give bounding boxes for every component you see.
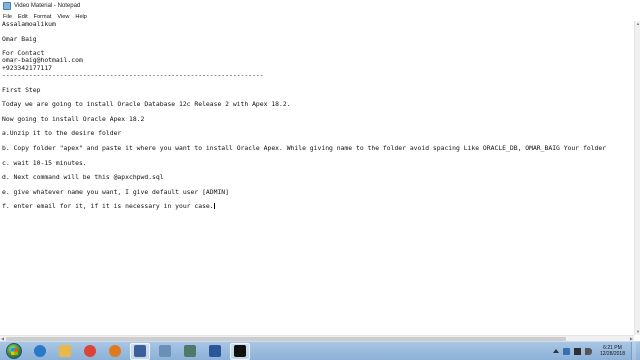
word-icon bbox=[209, 345, 221, 357]
text-line: First Step bbox=[2, 86, 41, 94]
text-line: Today we are going to install Oracle Dat… bbox=[2, 101, 291, 109]
taskbar-apps bbox=[30, 342, 255, 360]
system-tray: 6:21 PM 12/28/2018 bbox=[552, 342, 636, 360]
text-line: c. wait 10-15 minutes. bbox=[2, 159, 87, 167]
desktop-app-icon bbox=[184, 345, 196, 357]
title-bar: Video Material - Notepad bbox=[0, 0, 640, 12]
text-line: +923342177117 bbox=[2, 64, 53, 72]
taskbar-button-media-player[interactable] bbox=[105, 343, 125, 360]
text-line bbox=[2, 138, 634, 145]
text-line: Assalamoalikum bbox=[2, 21, 56, 28]
document-text[interactable]: Assalamoalikum Omar Baig For Contact omar-b… bbox=[2, 21, 634, 211]
menu-help[interactable]: Help bbox=[75, 14, 87, 20]
media-player-icon bbox=[109, 345, 121, 357]
taskbar-button-tool[interactable] bbox=[130, 342, 150, 360]
internet-explorer-icon bbox=[34, 345, 46, 357]
text-line: a.Unzip it to the desire folder bbox=[2, 130, 122, 138]
scroll-up-icon[interactable]: ▲ bbox=[636, 21, 640, 27]
menu-view[interactable]: View bbox=[57, 14, 69, 20]
taskbar-button-desktop-app[interactable] bbox=[180, 343, 200, 360]
taskbar-button-file-explorer[interactable] bbox=[55, 343, 75, 360]
text-caret bbox=[213, 203, 215, 210]
taskbar-button-command-prompt[interactable] bbox=[230, 342, 250, 360]
taskbar-clock[interactable]: 6:21 PM 12/28/2018 bbox=[600, 345, 625, 357]
notepad-icon bbox=[3, 2, 11, 10]
text-line bbox=[2, 94, 634, 101]
taskbar-button-word[interactable] bbox=[205, 343, 225, 360]
clock-date: 12/28/2018 bbox=[599, 351, 625, 357]
menu-file[interactable]: File bbox=[3, 14, 12, 20]
taskbar-button-network[interactable] bbox=[155, 343, 175, 360]
network-icon bbox=[159, 345, 171, 357]
menu-bar: File Edit Format View Help bbox=[0, 12, 640, 21]
text-line: Now going to install Oracle Apex 18.2 bbox=[2, 115, 145, 123]
text-line bbox=[2, 167, 634, 174]
text-line: Omar Baig bbox=[2, 35, 37, 43]
scroll-down-icon[interactable]: ▼ bbox=[636, 329, 640, 335]
volume-icon[interactable] bbox=[584, 347, 592, 355]
text-line: f. enter email for it, if it is necessar… bbox=[2, 203, 215, 211]
taskbar: 6:21 PM 12/28/2018 bbox=[0, 341, 640, 360]
text-line bbox=[2, 28, 634, 35]
text-line bbox=[2, 43, 634, 50]
text-line bbox=[2, 182, 634, 189]
show-hidden-icons-icon[interactable] bbox=[552, 349, 559, 353]
window-title: Video Material - Notepad bbox=[14, 3, 81, 9]
vertical-scrollbar[interactable]: ▲ ▼ bbox=[634, 21, 640, 335]
show-desktop-button[interactable] bbox=[631, 342, 636, 360]
text-line bbox=[2, 123, 634, 130]
tool-icon bbox=[134, 345, 146, 357]
text-line bbox=[2, 152, 634, 159]
command-prompt-icon bbox=[234, 345, 246, 357]
text-line: For Contact bbox=[2, 50, 45, 58]
text-line bbox=[2, 196, 634, 203]
text-line: omar-baig@hotmail.com bbox=[2, 57, 83, 65]
menu-edit[interactable]: Edit bbox=[18, 14, 28, 20]
text-line: d. Next command will be this @apxchpwd.s… bbox=[2, 174, 164, 182]
taskbar-button-chrome[interactable] bbox=[80, 343, 100, 360]
taskbar-button-internet-explorer[interactable] bbox=[30, 343, 50, 360]
flag-icon[interactable] bbox=[562, 347, 570, 355]
windows-start-icon[interactable] bbox=[6, 343, 22, 359]
text-line: ----------------------------------------… bbox=[2, 72, 264, 80]
network-icon[interactable] bbox=[573, 347, 581, 355]
menu-format[interactable]: Format bbox=[34, 14, 52, 20]
text-line bbox=[2, 79, 634, 86]
text-line: b. Copy folder "apex" and paste it where… bbox=[2, 145, 607, 153]
file-explorer-icon bbox=[59, 345, 71, 357]
text-editor[interactable]: Assalamoalikum Omar Baig For Contact omar-b… bbox=[0, 21, 634, 335]
text-line bbox=[2, 109, 634, 116]
chrome-icon bbox=[84, 345, 96, 357]
text-line: e. give whatever name you want, I give d… bbox=[2, 188, 230, 196]
